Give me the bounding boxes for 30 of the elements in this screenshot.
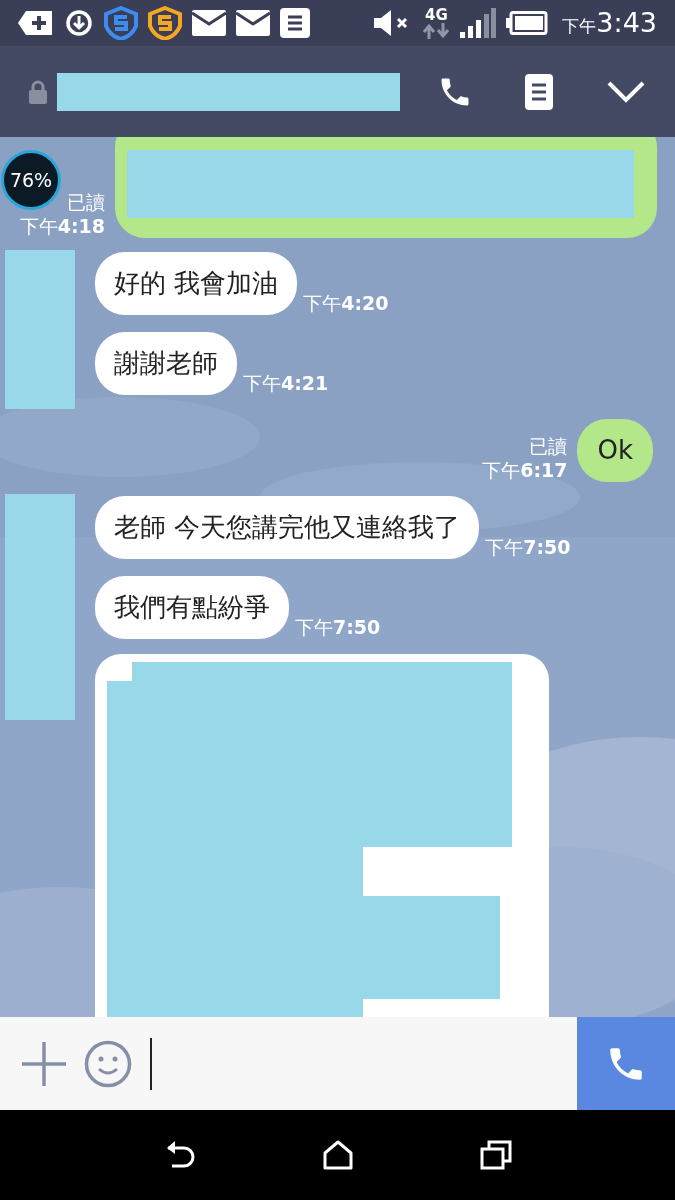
message-time: 下午7:50	[485, 535, 571, 559]
note-icon	[280, 8, 310, 38]
message-time: 下午6:17	[482, 458, 568, 482]
note-icon[interactable]	[525, 73, 553, 110]
message-bubble: 好的 我會加油	[95, 252, 298, 315]
emoji-icon[interactable]	[84, 1039, 132, 1088]
chevron-down-icon[interactable]	[607, 80, 645, 103]
recent-apps-icon[interactable]	[479, 1140, 512, 1170]
mail-icon	[236, 10, 270, 36]
shield-icon	[104, 6, 138, 40]
plus-icon[interactable]	[22, 1041, 66, 1086]
add-notification-icon	[18, 11, 54, 35]
message-time: 下午4:20	[303, 291, 389, 315]
message-bubble: 謝謝老師	[95, 332, 237, 395]
home-icon[interactable]	[322, 1140, 353, 1170]
read-receipt: 已讀	[67, 190, 105, 214]
clock: 下午3:43	[562, 5, 657, 40]
message-bubble: 老師 今天您講完他又連絡我了	[95, 496, 480, 559]
lock-icon	[28, 79, 48, 104]
message-bubble: 我們有點紛爭	[95, 576, 289, 639]
read-receipt: 已讀	[529, 434, 568, 458]
message-time: 下午4:21	[243, 371, 329, 395]
shield-icon	[148, 6, 182, 40]
signal-icon	[460, 8, 497, 38]
battery-icon	[506, 11, 549, 35]
message-time: 下午7:50	[295, 615, 381, 639]
network-indicator: 4G	[422, 7, 451, 39]
call-button[interactable]	[577, 1017, 675, 1110]
mail-icon	[192, 10, 226, 36]
message-time: 下午4:18	[19, 214, 105, 238]
